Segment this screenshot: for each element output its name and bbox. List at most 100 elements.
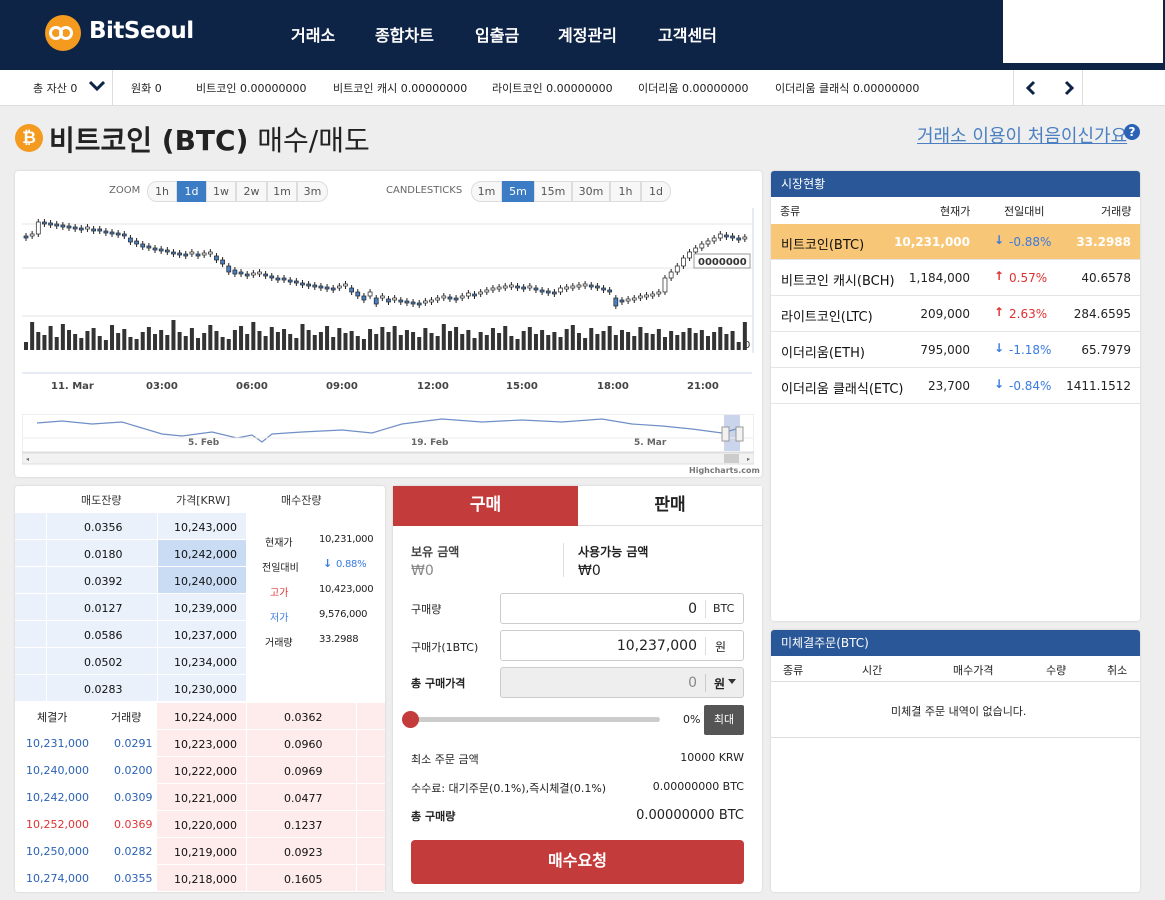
chevron-left-icon[interactable] bbox=[1024, 80, 1038, 96]
volume-bar bbox=[460, 334, 465, 350]
buy-submit-button[interactable]: 매수요청 bbox=[411, 840, 744, 884]
volume-bar bbox=[546, 335, 551, 350]
nav-exchange[interactable]: 거래소 bbox=[291, 22, 335, 46]
stat-value: 9,576,000 bbox=[319, 609, 368, 620]
candle-button-1h[interactable]: 1h bbox=[610, 181, 641, 202]
amount-slider-track[interactable] bbox=[411, 717, 660, 722]
caret-down-icon[interactable] bbox=[728, 679, 736, 685]
ask-price[interactable]: 10,243,000 bbox=[174, 521, 237, 534]
ask-price[interactable]: 10,242,000 bbox=[174, 548, 237, 561]
tab-buy[interactable]: 구매 bbox=[393, 486, 578, 526]
nav-support[interactable]: 고객센터 bbox=[658, 22, 717, 46]
bid-price[interactable]: 10,224,000 bbox=[174, 711, 237, 724]
ob-col-bid-qty: 매수잔량 bbox=[281, 494, 322, 507]
ask-price[interactable]: 10,240,000 bbox=[174, 575, 237, 588]
bid-price[interactable]: 10,219,000 bbox=[174, 846, 237, 859]
bid-price[interactable]: 10,220,000 bbox=[174, 819, 237, 832]
candle bbox=[183, 253, 189, 257]
candle bbox=[570, 285, 576, 289]
volume-bar bbox=[607, 326, 612, 350]
volume-bar bbox=[361, 339, 366, 350]
bid-price[interactable]: 10,223,000 bbox=[174, 738, 237, 751]
ask-qty: 0.0392 bbox=[84, 575, 123, 588]
volume-bar bbox=[146, 327, 151, 350]
volume-bar bbox=[417, 337, 422, 350]
volume-bar bbox=[638, 327, 643, 350]
candle-button-1d[interactable]: 1d bbox=[641, 181, 671, 202]
volume-bar bbox=[355, 336, 360, 350]
candle bbox=[54, 223, 60, 227]
trade-qty: 0.0200 bbox=[114, 764, 153, 777]
volume-bar bbox=[183, 336, 188, 350]
arrow-up-icon: ↑ bbox=[994, 305, 1005, 319]
candle-button-30m[interactable]: 30m bbox=[572, 181, 610, 202]
price-flag-label: 0000000 bbox=[698, 257, 747, 268]
total-unit-divider bbox=[705, 674, 706, 692]
coin-name: 비트코인 (BTC) bbox=[49, 124, 249, 157]
zoom-button-3m[interactable]: 3m bbox=[297, 181, 328, 202]
help-link[interactable]: 거래소 이용이 처음이신가요 bbox=[917, 122, 1127, 148]
nav-account[interactable]: 계정관리 bbox=[558, 22, 617, 46]
tab-sell[interactable]: 판매 bbox=[578, 486, 762, 526]
total-unit[interactable]: 원 bbox=[714, 675, 725, 692]
candle bbox=[140, 243, 146, 248]
min-order-label: 최소 주문 금액 bbox=[411, 753, 479, 766]
volume-bar bbox=[318, 332, 323, 350]
market-coin-name[interactable]: 이더리움(ETH) bbox=[781, 342, 865, 361]
brand-logo-icon[interactable] bbox=[45, 15, 81, 51]
time-label: 11. Mar bbox=[51, 381, 94, 392]
volume-bar bbox=[570, 325, 575, 350]
candlestick-chart[interactable]: 0000000 0 bbox=[22, 208, 757, 388]
bid-bar-cell bbox=[356, 811, 385, 838]
market-change: -0.84% bbox=[1009, 379, 1052, 393]
volume-bar bbox=[122, 329, 127, 350]
nav-charts[interactable]: 종합차트 bbox=[375, 22, 434, 46]
trade-price: 10,250,000 bbox=[26, 845, 89, 858]
ask-price[interactable]: 10,237,000 bbox=[174, 629, 237, 642]
market-coin-name[interactable]: 비트코인(BTC) bbox=[781, 234, 864, 253]
volume-bar bbox=[189, 328, 194, 350]
candle-button-15m[interactable]: 15m bbox=[534, 181, 572, 202]
volume-bar bbox=[36, 332, 41, 350]
candle bbox=[281, 277, 287, 281]
zoom-button-1m[interactable]: 1m bbox=[267, 181, 297, 202]
candle bbox=[459, 295, 465, 299]
max-button[interactable]: 최대 bbox=[704, 705, 744, 735]
candle-button-5m[interactable]: 5m bbox=[502, 181, 534, 202]
zoom-button-1h[interactable]: 1h bbox=[147, 181, 177, 202]
candle bbox=[724, 234, 729, 238]
unfilled-col-time: 시간 bbox=[862, 664, 883, 677]
bid-price[interactable]: 10,221,000 bbox=[174, 792, 237, 805]
candle bbox=[478, 291, 484, 295]
candle bbox=[674, 265, 680, 273]
zoom-button-1d[interactable]: 1d bbox=[177, 181, 206, 202]
candle bbox=[607, 289, 613, 293]
market-coin-name[interactable]: 라이트코인(LTC) bbox=[781, 306, 873, 325]
candle bbox=[195, 253, 201, 257]
bid-price[interactable]: 10,218,000 bbox=[174, 873, 237, 886]
brand-name[interactable]: BitSeoul bbox=[89, 18, 194, 44]
volume-bar bbox=[24, 342, 28, 350]
ask-price[interactable]: 10,230,000 bbox=[174, 683, 237, 696]
ask-price[interactable]: 10,239,000 bbox=[174, 602, 237, 615]
volume-bar bbox=[558, 337, 563, 350]
ask-price[interactable]: 10,234,000 bbox=[174, 656, 237, 669]
candle-button-1m[interactable]: 1m bbox=[471, 181, 502, 202]
zoom-button-2w[interactable]: 2w bbox=[236, 181, 267, 202]
chevron-down-icon[interactable] bbox=[89, 80, 105, 92]
hold-label: 보유 금액 bbox=[411, 545, 460, 559]
zoom-button-1w[interactable]: 1w bbox=[206, 181, 236, 202]
question-icon[interactable]: ? bbox=[1124, 124, 1140, 140]
nav-deposit-withdraw[interactable]: 입출금 bbox=[475, 22, 519, 46]
chevron-right-icon[interactable] bbox=[1062, 80, 1076, 96]
trade-qty: 0.0355 bbox=[114, 872, 153, 885]
bid-price[interactable]: 10,222,000 bbox=[174, 765, 237, 778]
candle bbox=[171, 251, 176, 255]
volume-bar bbox=[435, 336, 440, 350]
volume-bar bbox=[466, 330, 471, 350]
market-coin-name[interactable]: 비트코인 캐시(BCH) bbox=[781, 270, 895, 289]
volume-bar bbox=[42, 335, 47, 350]
amount-slider-handle[interactable] bbox=[402, 711, 419, 728]
candle bbox=[631, 297, 637, 301]
volume-bar bbox=[306, 330, 311, 350]
